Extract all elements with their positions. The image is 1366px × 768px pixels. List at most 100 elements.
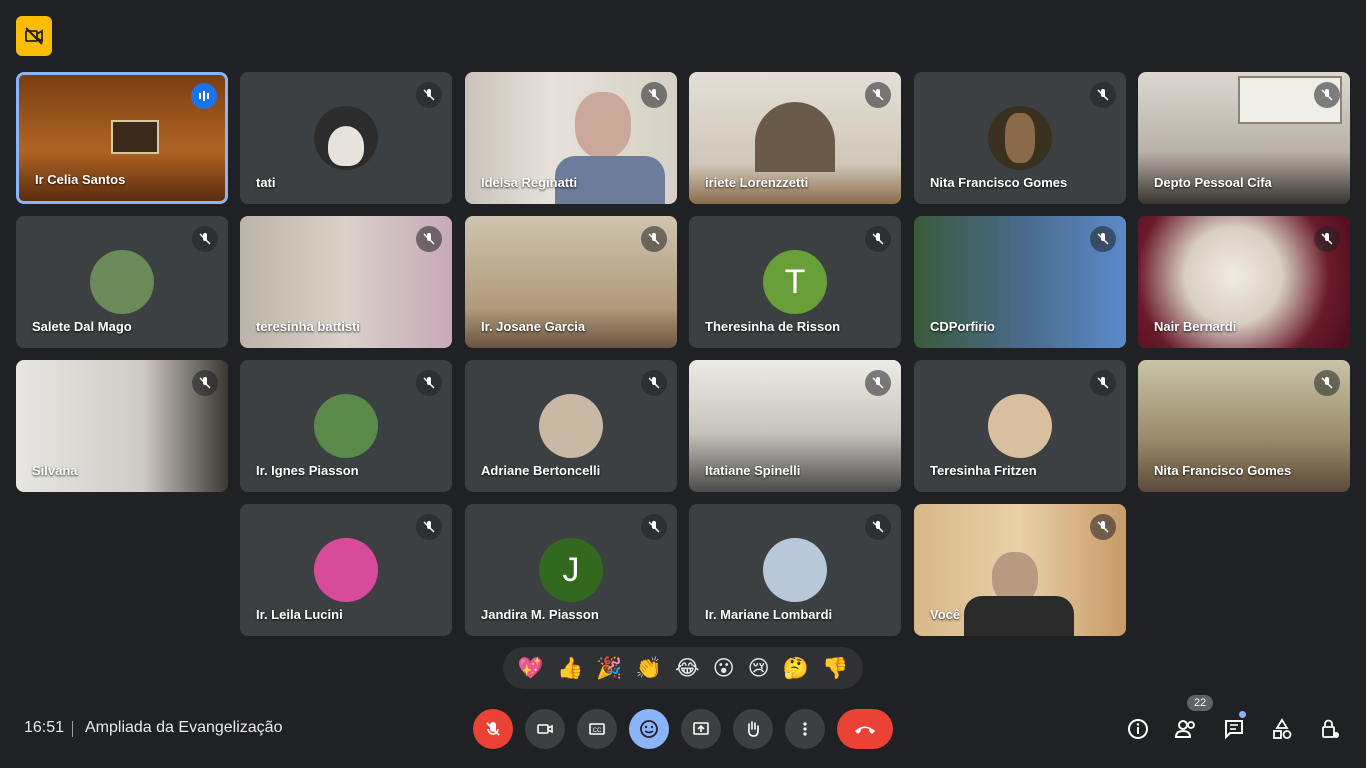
participant-tile[interactable]: tati <box>240 72 452 204</box>
mic-off-icon <box>648 233 660 245</box>
participant-name: Idelsa Reginatti <box>481 175 578 190</box>
muted-indicator <box>1090 514 1116 540</box>
mic-off-icon <box>872 377 884 389</box>
host-controls-button[interactable] <box>1316 715 1344 743</box>
avatar <box>314 538 378 602</box>
participant-tile[interactable]: Idelsa Reginatti <box>465 72 677 204</box>
reaction-crying[interactable]: 😢 <box>748 658 770 679</box>
camera-icon <box>537 724 553 734</box>
reaction-surprised[interactable]: 😮 <box>713 658 735 679</box>
reaction-tears-of-joy[interactable]: 😂 <box>675 658 700 679</box>
mic-off-icon <box>1097 521 1109 533</box>
participant-tile[interactable]: Nair Bernardi <box>1138 216 1350 348</box>
avatar <box>314 394 378 458</box>
participant-tile[interactable]: Adriane Bertoncelli <box>465 360 677 492</box>
participant-name: Você <box>930 607 961 622</box>
avatar <box>90 250 154 314</box>
participant-tile[interactable]: Ir. Leila Lucini <box>240 504 452 636</box>
muted-indicator <box>641 514 667 540</box>
avatar: T <box>763 250 827 314</box>
participant-tile[interactable]: Nita Francisco Gomes <box>914 72 1126 204</box>
participant-name: Itatiane Spinelli <box>705 463 801 478</box>
participant-name: Theresinha de Risson <box>705 319 841 334</box>
muted-indicator <box>192 370 218 396</box>
muted-indicator <box>865 514 891 540</box>
muted-indicator <box>1314 226 1340 252</box>
raise-hand-button[interactable] <box>733 709 773 749</box>
avatar-photo <box>1005 113 1035 163</box>
participant-tile[interactable]: iriete Lorenzzetti <box>689 72 901 204</box>
audio-wave-icon <box>199 91 209 101</box>
muted-indicator <box>1090 226 1116 252</box>
reaction-clapping[interactable]: 👏 <box>636 658 662 679</box>
leave-call-button[interactable] <box>837 709 893 749</box>
captions-button[interactable]: CC <box>577 709 617 749</box>
meeting-info-button[interactable] <box>1124 715 1152 743</box>
participant-tile[interactable]: Ir. Josane Garcia <box>465 216 677 348</box>
participant-tile[interactable]: J Jandira M. Piasson <box>465 504 677 636</box>
participant-name: iriete Lorenzzetti <box>705 175 809 190</box>
participant-tile[interactable]: teresinha battisti <box>240 216 452 348</box>
participant-tile[interactable]: Ir Celia Santos <box>16 72 228 204</box>
chapel-arch <box>755 102 835 172</box>
participant-name: Ir. Mariane Lombardi <box>705 607 833 622</box>
reaction-thumbs-up[interactable]: 👍 <box>557 658 583 679</box>
chat-button[interactable] <box>1220 715 1248 743</box>
participant-name: Nita Francisco Gomes <box>1154 463 1292 478</box>
no-video-recording-badge[interactable] <box>16 16 52 56</box>
mic-toggle-button[interactable] <box>473 709 513 749</box>
participant-name: Silvana <box>32 463 78 478</box>
participant-tile[interactable]: Ir. Ignes Piasson <box>240 360 452 492</box>
muted-indicator <box>865 82 891 108</box>
no-video-recording-icon <box>25 27 43 45</box>
reactions-button[interactable] <box>629 709 669 749</box>
participant-tile[interactable]: Nita Francisco Gomes <box>1138 360 1350 492</box>
svg-text:CC: CC <box>593 728 602 734</box>
present-button[interactable] <box>681 709 721 749</box>
participant-name: Ir. Ignes Piasson <box>256 463 359 478</box>
participant-name: tati <box>256 175 276 190</box>
participant-tile[interactable]: Itatiane Spinelli <box>689 360 901 492</box>
emoji-icon <box>640 720 658 738</box>
participant-name: Ir. Josane Garcia <box>481 319 586 334</box>
muted-indicator <box>641 370 667 396</box>
participant-tile[interactable]: Teresinha Fritzen <box>914 360 1126 492</box>
muted-indicator <box>641 82 667 108</box>
participant-name: Ir Celia Santos <box>35 172 126 187</box>
mic-off-icon <box>423 89 435 101</box>
participant-tile[interactable]: T Theresinha de Risson <box>689 216 901 348</box>
muted-indicator <box>865 370 891 396</box>
mic-off-icon <box>1097 377 1109 389</box>
participant-tile[interactable]: Salete Dal Mago <box>16 216 228 348</box>
reaction-party-popper[interactable]: 🎉 <box>596 658 622 679</box>
raise-hand-icon <box>748 721 759 737</box>
participant-tile[interactable]: CDPorfirio <box>914 216 1126 348</box>
participant-name: Adriane Bertoncelli <box>481 463 601 478</box>
avatar <box>763 538 827 602</box>
reaction-thumbs-down[interactable]: 👎 <box>822 658 848 679</box>
reaction-thinking[interactable]: 🤔 <box>783 658 809 679</box>
reactions-bar: 💖 👍 🎉 👏 😂 😮 😢 🤔 👎 <box>503 647 863 689</box>
participant-tile[interactable]: Depto Pessoal Cifa <box>1138 72 1350 204</box>
avatar-photo <box>328 126 364 166</box>
mic-off-icon <box>648 521 660 533</box>
participant-name: Depto Pessoal Cifa <box>1154 175 1272 190</box>
meeting-title: Ampliada da Evangelização <box>85 719 283 736</box>
participant-name: Teresinha Fritzen <box>930 463 1037 478</box>
muted-indicator <box>1314 82 1340 108</box>
self-view-tile[interactable]: Você <box>914 504 1126 636</box>
activities-button[interactable] <box>1268 715 1296 743</box>
mic-off-icon <box>872 233 884 245</box>
host-controls-icon <box>1322 719 1339 738</box>
participant-name: teresinha battisti <box>256 319 361 334</box>
people-button[interactable] <box>1172 715 1200 743</box>
muted-indicator <box>416 514 442 540</box>
participant-name: Nair Bernardi <box>1154 319 1237 334</box>
captions-icon: CC <box>589 723 605 735</box>
participant-tile[interactable]: Ir. Mariane Lombardi <box>689 504 901 636</box>
participant-tile[interactable]: Silvana <box>16 360 228 492</box>
camera-toggle-button[interactable] <box>525 709 565 749</box>
mic-off-icon <box>423 377 435 389</box>
more-options-button[interactable] <box>785 709 825 749</box>
reaction-sparkling-heart[interactable]: 💖 <box>518 658 544 679</box>
